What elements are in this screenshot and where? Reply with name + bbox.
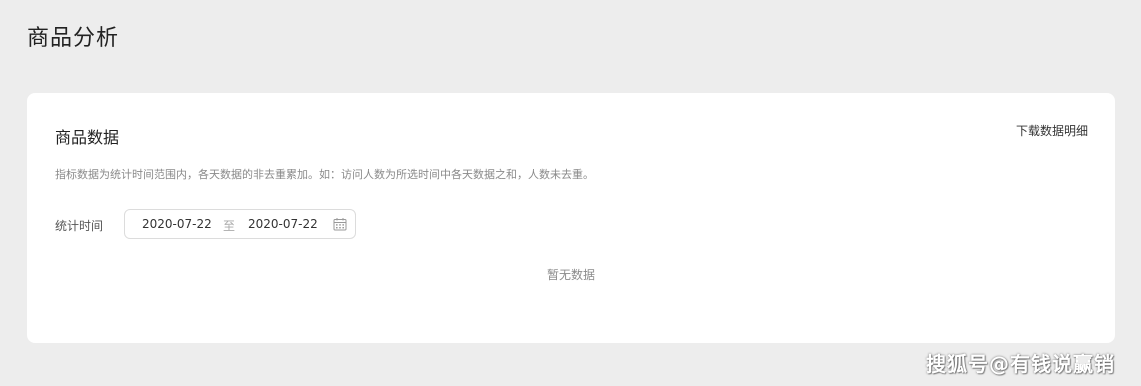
page-title: 商品分析	[27, 26, 120, 51]
card-title: 商品数据	[55, 128, 120, 147]
date-filter-label: 统计时间	[55, 219, 104, 233]
end-date-input[interactable]: 2020-07-22	[248, 217, 318, 231]
start-date-input[interactable]: 2020-07-22	[142, 217, 212, 231]
download-details-link[interactable]: 下载数据明细	[1016, 122, 1088, 139]
date-range-separator: 至	[223, 219, 236, 233]
watermark: 搜狐号@有钱说赢销	[926, 352, 1115, 376]
date-range-picker[interactable]: 2020-07-22 至 2020-07-22	[124, 209, 356, 239]
empty-state-text: 暂无数据	[546, 268, 595, 282]
product-data-card: 商品数据 下载数据明细 指标数据为统计时间范围内，各天数据的非去重累加。如：访问…	[27, 93, 1115, 343]
card-description: 指标数据为统计时间范围内，各天数据的非去重累加。如：访问人数为所选时间中各天数据…	[55, 168, 594, 181]
calendar-icon[interactable]	[333, 217, 347, 231]
